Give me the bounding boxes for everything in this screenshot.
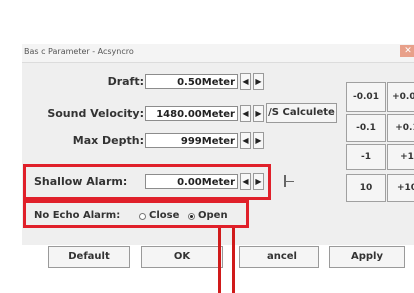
sound-velocity-field[interactable]: 1480.00Meter bbox=[145, 106, 238, 121]
max-depth-increment-icon[interactable]: ▶ bbox=[253, 132, 264, 149]
step-plus-0.1-button[interactable]: +0.1 bbox=[387, 114, 414, 142]
draft-decrement-icon[interactable]: ◀ bbox=[240, 73, 251, 90]
step-minus-0.1-button[interactable]: -0.1 bbox=[346, 114, 386, 142]
step-10-button[interactable]: 10 bbox=[346, 174, 386, 202]
no-echo-alarm-highlight bbox=[23, 200, 249, 228]
step-minus-1-button[interactable]: -1 bbox=[346, 144, 386, 170]
callout-line-right bbox=[232, 228, 235, 293]
close-icon[interactable]: ✕ bbox=[400, 45, 414, 57]
shallow-alarm-indicator-tick bbox=[286, 181, 294, 182]
sound-velocity-label: Sound Velocity: bbox=[47, 107, 144, 120]
shallow-alarm-highlight bbox=[23, 164, 271, 200]
callout-line-left bbox=[218, 228, 221, 293]
vs-calculate-button[interactable]: /S Calculete bbox=[266, 103, 337, 123]
draft-label: Draft: bbox=[107, 75, 144, 88]
default-button[interactable]: Default bbox=[48, 246, 130, 268]
step-plus-10-button[interactable]: +10 bbox=[387, 174, 414, 202]
cancel-button[interactable]: ancel bbox=[239, 246, 319, 268]
draft-increment-icon[interactable]: ▶ bbox=[253, 73, 264, 90]
apply-button[interactable]: Apply bbox=[329, 246, 405, 268]
draft-field[interactable]: 0.50Meter bbox=[145, 74, 238, 89]
sound-velocity-increment-icon[interactable]: ▶ bbox=[253, 105, 264, 122]
step-plus-1-button[interactable]: +1 bbox=[387, 144, 414, 170]
step-minus-0.01-button[interactable]: -0.01 bbox=[346, 82, 386, 112]
max-depth-label: Max Depth: bbox=[72, 134, 144, 147]
step-plus-0.01-button[interactable]: +0.01 bbox=[387, 82, 414, 112]
max-depth-decrement-icon[interactable]: ◀ bbox=[240, 132, 251, 149]
max-depth-field[interactable]: 999Meter bbox=[145, 133, 238, 148]
sound-velocity-decrement-icon[interactable]: ◀ bbox=[240, 105, 251, 122]
window-title: Bas c Parameter - Acsyncro bbox=[24, 47, 134, 56]
ok-button[interactable]: OK bbox=[141, 246, 223, 268]
